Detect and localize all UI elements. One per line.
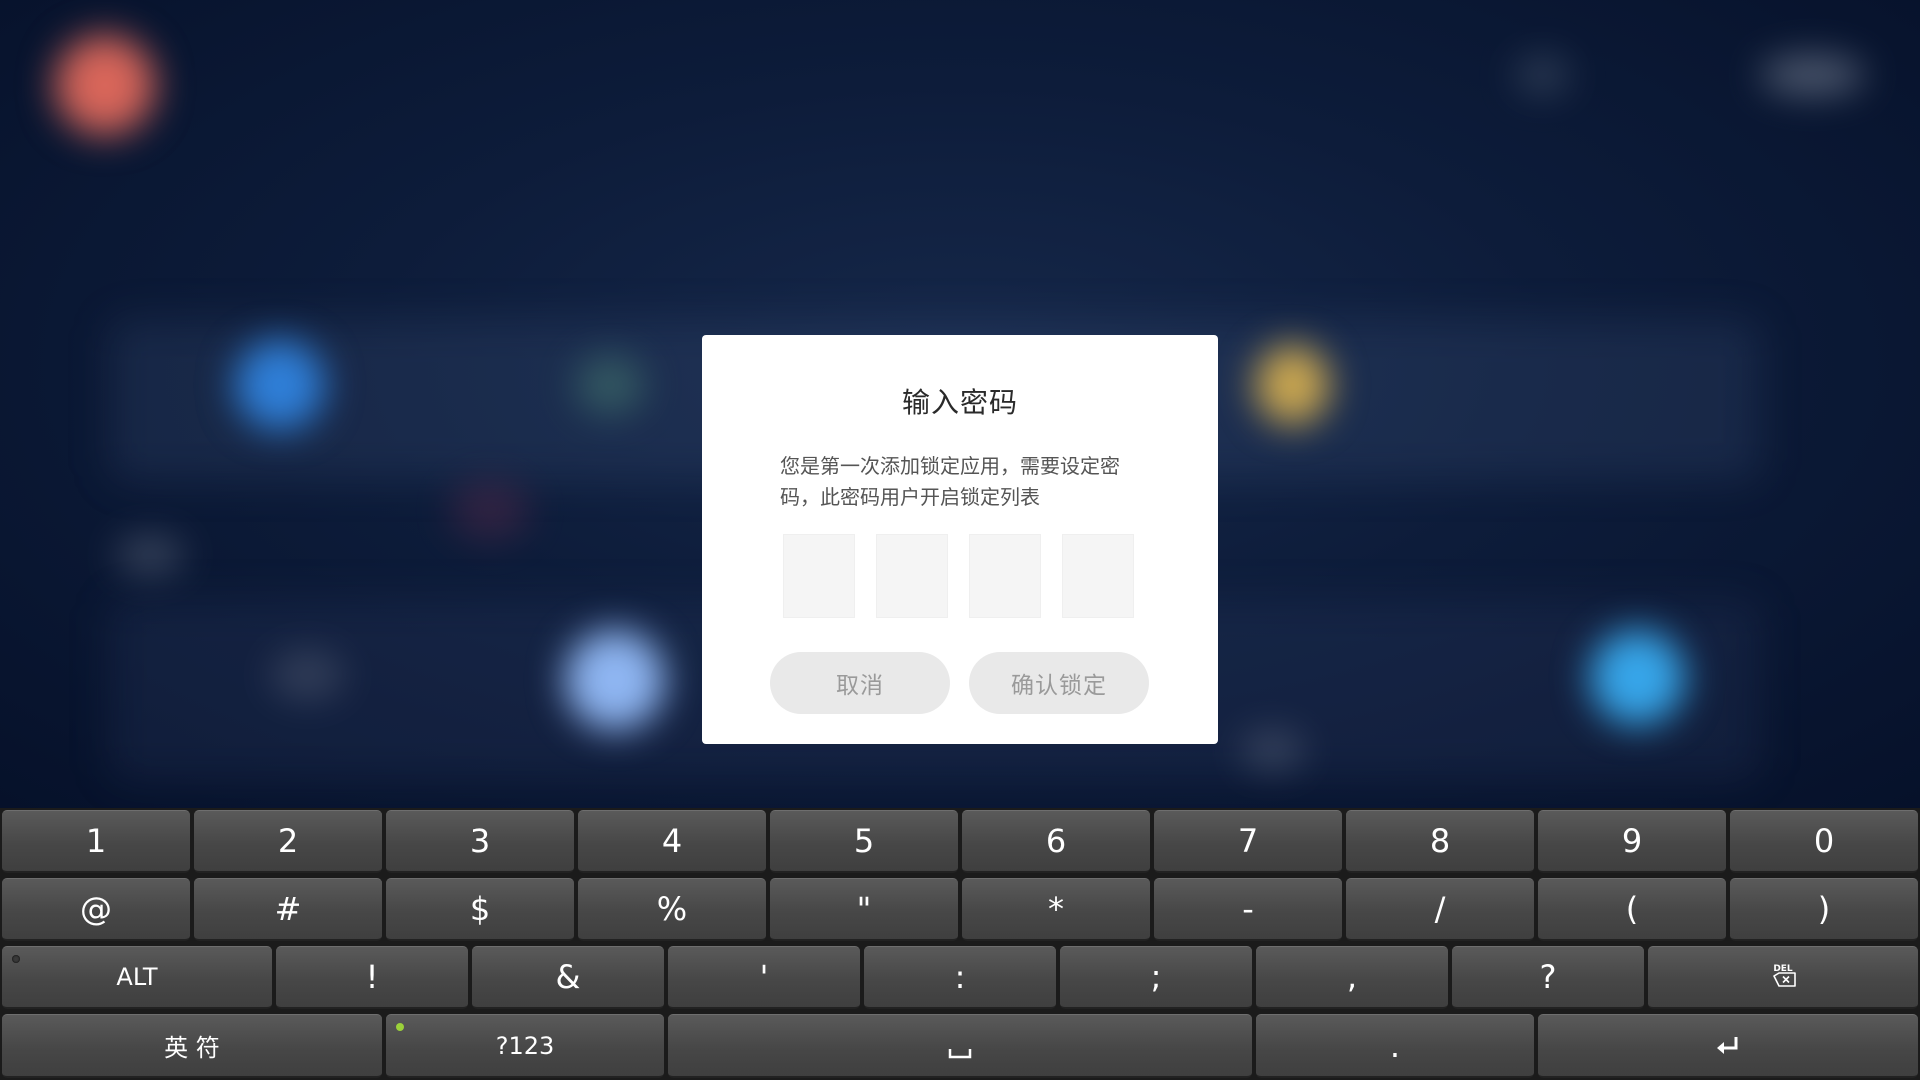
pin-input-row	[783, 534, 1134, 618]
key-paren-close[interactable]: )	[1730, 878, 1918, 941]
pin-digit-3[interactable]	[969, 534, 1041, 618]
key-mode-switch[interactable]: ?123	[386, 1014, 664, 1078]
pin-digit-4[interactable]	[1062, 534, 1134, 618]
key-ampersand[interactable]: &	[472, 946, 664, 1009]
key-lang-switch[interactable]: 英 符	[2, 1014, 382, 1078]
key-2[interactable]: 2	[194, 810, 382, 873]
key-alt[interactable]: ALT	[2, 946, 272, 1009]
key-exclamation[interactable]: !	[276, 946, 468, 1009]
key-comma[interactable]: ,	[1256, 946, 1448, 1009]
key-alt-label: ALT	[116, 963, 158, 991]
dialog-title: 输入密码	[901, 386, 1018, 419]
cancel-button[interactable]: 取消	[770, 652, 950, 714]
key-4[interactable]: 4	[578, 810, 766, 873]
key-asterisk[interactable]: *	[962, 878, 1150, 941]
confirm-lock-button[interactable]: 确认锁定	[969, 652, 1149, 714]
key-1[interactable]: 1	[2, 810, 190, 873]
key-7[interactable]: 7	[1154, 810, 1342, 873]
key-dollar[interactable]: $	[386, 878, 574, 941]
on-screen-keyboard: 1 2 3 4 5 6 7 8 9 0 @ # $ % " * - / ( ) …	[0, 808, 1920, 1080]
key-percent[interactable]: %	[578, 878, 766, 941]
key-slash[interactable]: /	[1346, 878, 1534, 941]
key-question[interactable]: ?	[1452, 946, 1644, 1009]
key-semicolon[interactable]: ;	[1060, 946, 1252, 1009]
pin-digit-2[interactable]	[876, 534, 948, 618]
key-6[interactable]: 6	[962, 810, 1150, 873]
key-apostrophe[interactable]: '	[668, 946, 860, 1009]
key-colon[interactable]: :	[864, 946, 1056, 1009]
key-mode-label: ?123	[495, 1031, 555, 1060]
key-5[interactable]: 5	[770, 810, 958, 873]
enter-icon	[1717, 1036, 1738, 1054]
key-delete[interactable]: DEL	[1648, 946, 1918, 1009]
space-icon	[948, 1048, 972, 1058]
dialog-message: 您是第一次添加锁定应用，需要设定密码，此密码用户开启锁定列表	[780, 454, 1120, 509]
key-minus[interactable]: -	[1154, 878, 1342, 941]
pin-digit-1[interactable]	[783, 534, 855, 618]
key-paren-open[interactable]: (	[1538, 878, 1726, 941]
key-space[interactable]	[668, 1014, 1252, 1078]
key-period[interactable]: .	[1256, 1014, 1534, 1078]
key-hash[interactable]: #	[194, 878, 382, 941]
alt-indicator-icon	[12, 955, 20, 963]
key-at[interactable]: @	[2, 878, 190, 941]
key-3[interactable]: 3	[386, 810, 574, 873]
key-0[interactable]: 0	[1730, 810, 1918, 873]
key-quote[interactable]: "	[770, 878, 958, 941]
mode-indicator-icon	[396, 1023, 404, 1031]
key-enter[interactable]	[1538, 1014, 1918, 1078]
set-password-dialog: 输入密码 您是第一次添加锁定应用，需要设定密码，此密码用户开启锁定列表 取消 确…	[702, 335, 1218, 744]
key-8[interactable]: 8	[1346, 810, 1534, 873]
key-9[interactable]: 9	[1538, 810, 1726, 873]
delete-icon: DEL	[1773, 964, 1796, 987]
